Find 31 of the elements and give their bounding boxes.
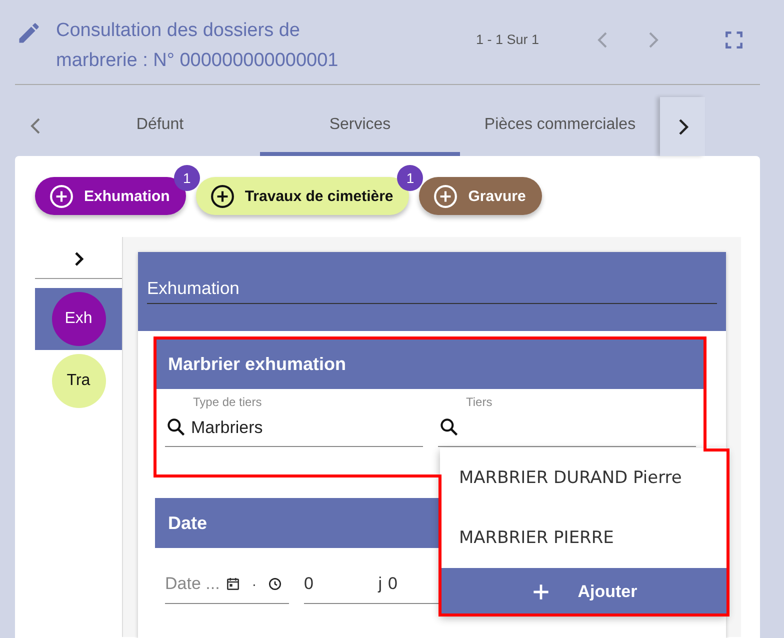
date-field[interactable]: Date ... · — [165, 564, 289, 604]
service-avatar: Tra — [52, 354, 106, 408]
count-badge: 1 — [174, 165, 200, 191]
sidebar-item[interactable]: Tra — [35, 350, 122, 412]
count-badge: 1 — [397, 165, 424, 191]
page-title: Consultation des dossiers de marbrerie : N° 000000000000001 — [56, 19, 340, 73]
section-title: Marbrier exhumation — [168, 354, 346, 374]
add-circle-icon — [433, 184, 458, 208]
separator-text: · — [252, 576, 256, 592]
search-field[interactable]: Tiers — [438, 395, 696, 447]
search-icon — [165, 416, 187, 438]
clock-icon — [267, 576, 284, 592]
add-circle-icon — [210, 184, 235, 208]
fullscreen-icon[interactable] — [723, 29, 746, 51]
dropdown-option[interactable]: MARBRIER DURAND Pierre — [440, 448, 727, 508]
section-title: Date — [168, 512, 208, 534]
search-field[interactable]: Type de tiers Marbriers — [165, 395, 423, 447]
service-chip[interactable]: Exhumation — [35, 177, 186, 215]
search-icon — [438, 416, 460, 438]
days-field[interactable]: 0 j — [304, 564, 382, 604]
tab[interactable]: Pièces commerciales — [460, 97, 660, 156]
add-circle-icon — [49, 184, 74, 208]
panel-title: Exhumation — [147, 252, 717, 304]
service-chip[interactable]: Travaux de cimetière — [196, 177, 410, 215]
service-avatar: Exh — [52, 292, 106, 346]
service-chip[interactable]: Gravure — [419, 177, 542, 215]
calendar-icon — [224, 576, 241, 592]
pager-text: 1 - 1 Sur 1 — [476, 32, 540, 47]
sidebar-item[interactable]: Exh — [35, 288, 122, 350]
add-button[interactable]: Ajouter — [440, 568, 727, 615]
tab[interactable]: Défunt — [60, 97, 260, 156]
